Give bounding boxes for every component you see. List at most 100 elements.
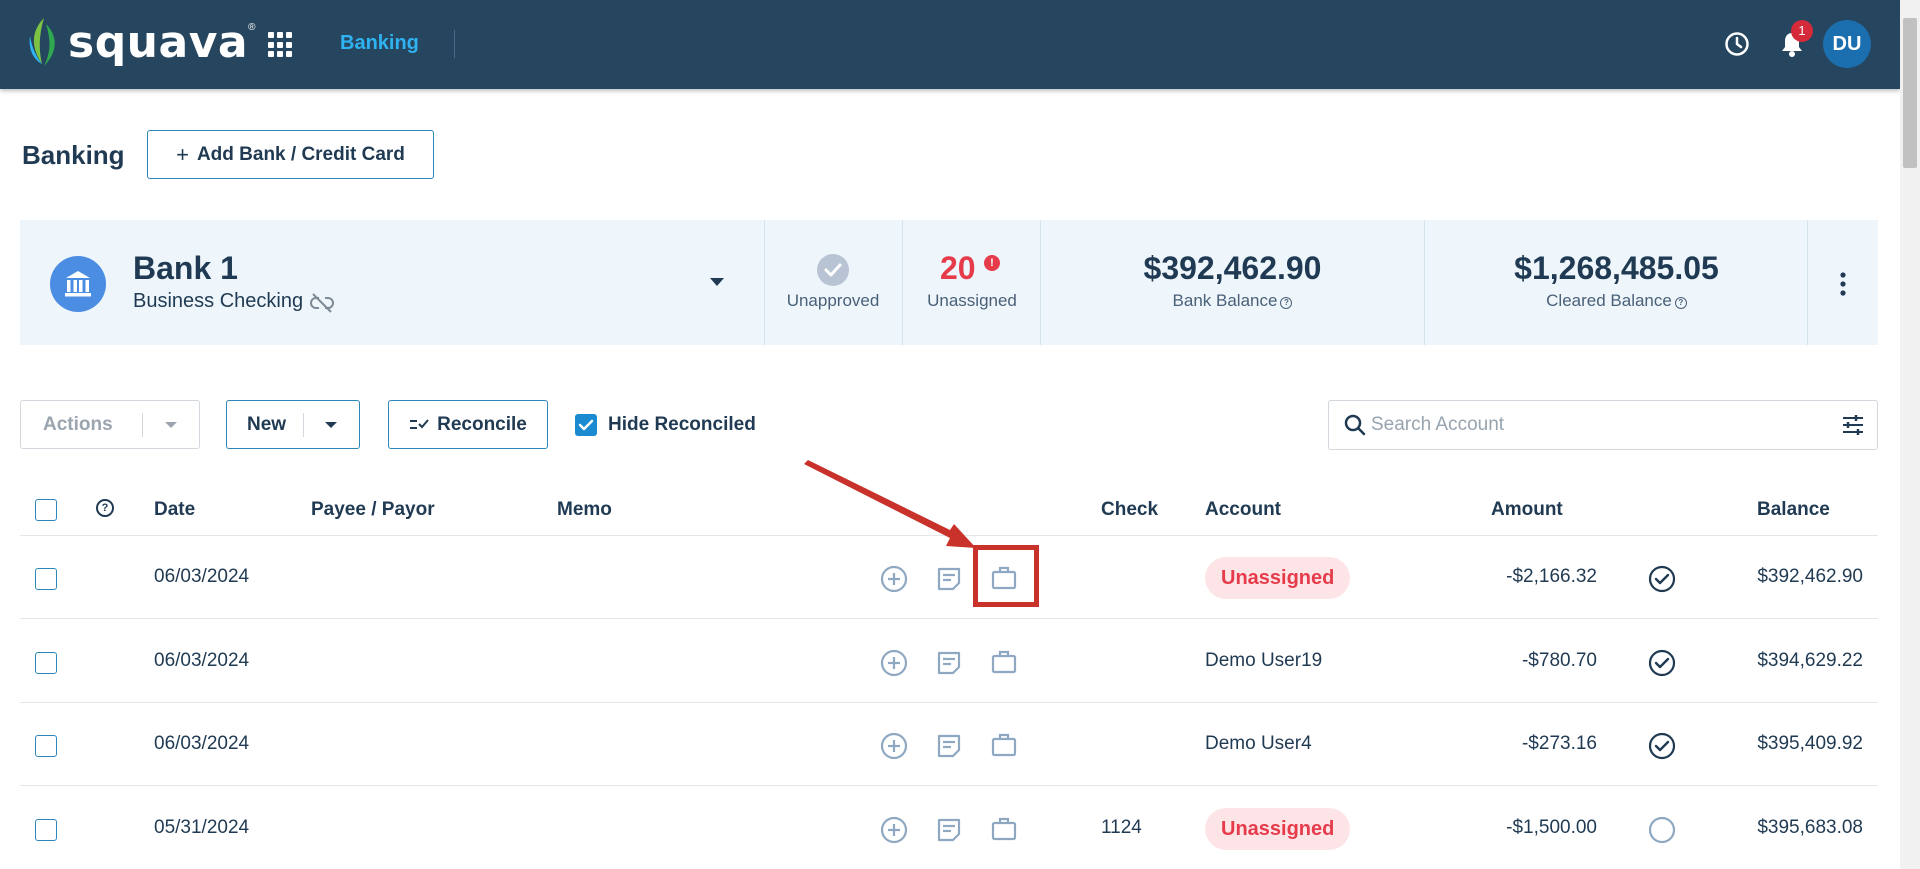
bank-name[interactable]: Bank 1 bbox=[133, 250, 238, 287]
annotation-arrow-icon bbox=[804, 460, 976, 548]
add-bank-button[interactable]: + Add Bank / Credit Card bbox=[147, 130, 434, 179]
unassigned-count[interactable]: 20 bbox=[940, 250, 976, 287]
summary-divider bbox=[1040, 220, 1041, 345]
column-header-check[interactable]: Check bbox=[1101, 499, 1158, 521]
nav-divider bbox=[454, 30, 455, 58]
uncleared-circle-icon[interactable] bbox=[1648, 816, 1676, 844]
memo-note-icon[interactable] bbox=[935, 732, 963, 760]
memo-note-icon[interactable] bbox=[935, 565, 963, 593]
unapproved-check-icon[interactable] bbox=[817, 254, 849, 286]
bank-balance-value: $392,462.90 bbox=[1143, 250, 1322, 286]
unassigned-account-badge[interactable]: Unassigned bbox=[1205, 808, 1351, 850]
leaf-logo-icon bbox=[29, 18, 55, 66]
briefcase-icon[interactable] bbox=[990, 731, 1018, 759]
squava-logo[interactable]: squava ® bbox=[26, 12, 255, 72]
bank-balance-label: Bank Balance? bbox=[1080, 291, 1385, 311]
unassigned-label: Unassigned bbox=[927, 291, 1017, 310]
row-account[interactable]: Demo User19 bbox=[1205, 650, 1322, 672]
unlink-icon[interactable] bbox=[310, 292, 334, 314]
table-row[interactable]: 05/31/2024 1124 Unassigned -$1,500.00 $395,6… bbox=[20, 787, 1878, 869]
unapproved-label: Unapproved bbox=[786, 291, 880, 310]
row-checkbox[interactable] bbox=[35, 735, 57, 757]
reconcile-button[interactable]: Reconcile bbox=[388, 400, 548, 449]
row-amount: -$1,500.00 bbox=[1506, 817, 1597, 838]
alert-icon: ! bbox=[984, 255, 1000, 271]
hide-reconciled-checkbox[interactable] bbox=[575, 414, 597, 436]
unassigned-account-badge[interactable]: Unassigned bbox=[1205, 557, 1351, 599]
briefcase-icon[interactable] bbox=[990, 648, 1018, 676]
row-amount: -$780.70 bbox=[1521, 650, 1597, 671]
table-row[interactable]: 06/03/2024 Demo User19 -$780.70 $394,629.22 bbox=[20, 620, 1878, 703]
add-bank-button-label: Add Bank / Credit Card bbox=[196, 143, 405, 165]
new-dropdown-button[interactable]: New bbox=[226, 400, 360, 449]
column-header-payee[interactable]: Payee / Payor bbox=[311, 499, 435, 521]
logo-registered-mark: ® bbox=[248, 22, 256, 33]
user-avatar[interactable]: DU bbox=[1823, 20, 1871, 68]
summary-divider bbox=[764, 220, 765, 345]
logo-text: squava bbox=[68, 16, 249, 68]
memo-note-icon[interactable] bbox=[935, 649, 963, 677]
briefcase-icon[interactable] bbox=[990, 815, 1018, 843]
cleared-check-icon[interactable] bbox=[1648, 565, 1676, 593]
annotation-highlight-box bbox=[973, 545, 1039, 607]
search-account-box bbox=[1328, 400, 1878, 450]
add-split-icon[interactable] bbox=[880, 732, 908, 760]
memo-note-icon[interactable] bbox=[935, 816, 963, 844]
account-dropdown-caret[interactable] bbox=[710, 278, 724, 286]
row-balance: $395,683.08 bbox=[1757, 817, 1863, 838]
actions-dropdown[interactable]: Actions bbox=[20, 400, 200, 449]
row-checkbox[interactable] bbox=[35, 819, 57, 841]
search-account-input[interactable] bbox=[1371, 402, 1821, 448]
add-split-icon[interactable] bbox=[880, 565, 908, 593]
filter-sliders-icon[interactable] bbox=[1841, 414, 1865, 436]
notification-badge: 1 bbox=[1791, 20, 1813, 42]
row-date: 05/31/2024 bbox=[154, 817, 250, 838]
help-icon[interactable]: ? bbox=[1674, 297, 1687, 309]
actions-label: Actions bbox=[43, 414, 113, 435]
clock-icon[interactable] bbox=[1724, 31, 1750, 57]
help-icon[interactable]: ? bbox=[1280, 297, 1293, 309]
chevron-down-icon bbox=[165, 422, 177, 428]
bank-building-icon bbox=[50, 256, 106, 312]
search-icon bbox=[1344, 414, 1366, 436]
row-date: 06/03/2024 bbox=[154, 650, 250, 671]
scrollbar-thumb[interactable] bbox=[1903, 18, 1917, 168]
chevron-down-icon[interactable] bbox=[325, 422, 337, 428]
button-divider bbox=[142, 413, 143, 437]
row-balance: $394,629.22 bbox=[1757, 650, 1863, 671]
row-checkbox[interactable] bbox=[35, 652, 57, 674]
row-check-number: 1124 bbox=[1101, 817, 1142, 838]
reconcile-icon bbox=[410, 418, 429, 429]
column-header-amount[interactable]: Amount bbox=[1491, 499, 1563, 521]
add-split-icon[interactable] bbox=[880, 816, 908, 844]
cleared-check-icon[interactable] bbox=[1648, 649, 1676, 677]
cleared-balance-label: Cleared Balance? bbox=[1464, 291, 1769, 311]
top-nav-bar: squava ® Banking 1 DU bbox=[0, 0, 1900, 89]
cleared-balance-value: $1,268,485.05 bbox=[1514, 250, 1719, 286]
table-row[interactable]: 06/03/2024 Demo User4 -$273.16 $395,409.92 bbox=[20, 703, 1878, 786]
column-header-account[interactable]: Account bbox=[1205, 499, 1281, 521]
bank-account-type: Business Checking bbox=[133, 290, 304, 312]
more-options-icon[interactable] bbox=[1840, 272, 1846, 296]
add-split-icon[interactable] bbox=[880, 649, 908, 677]
reconcile-button-label: Reconcile bbox=[437, 413, 527, 435]
app-grid-icon[interactable] bbox=[268, 32, 294, 58]
row-date: 06/03/2024 bbox=[154, 733, 250, 754]
cleared-check-icon[interactable] bbox=[1648, 732, 1676, 760]
row-checkbox[interactable] bbox=[35, 568, 57, 590]
button-divider bbox=[303, 413, 304, 437]
hide-reconciled-label[interactable]: Hide Reconciled bbox=[608, 414, 756, 436]
row-balance: $395,409.92 bbox=[1757, 733, 1863, 754]
row-amount: -$273.16 bbox=[1521, 733, 1597, 754]
column-header-date[interactable]: Date bbox=[154, 499, 195, 521]
column-header-balance[interactable]: Balance bbox=[1757, 499, 1830, 521]
column-header-memo[interactable]: Memo bbox=[557, 499, 612, 521]
page-title: Banking bbox=[22, 140, 125, 170]
nav-link-banking[interactable]: Banking bbox=[340, 32, 419, 55]
row-balance: $392,462.90 bbox=[1757, 566, 1863, 587]
column-help-icon[interactable]: ? bbox=[96, 499, 114, 517]
row-account[interactable]: Demo User4 bbox=[1205, 733, 1312, 755]
select-all-checkbox[interactable] bbox=[35, 499, 57, 521]
summary-divider bbox=[1424, 220, 1425, 345]
summary-divider bbox=[902, 220, 903, 345]
